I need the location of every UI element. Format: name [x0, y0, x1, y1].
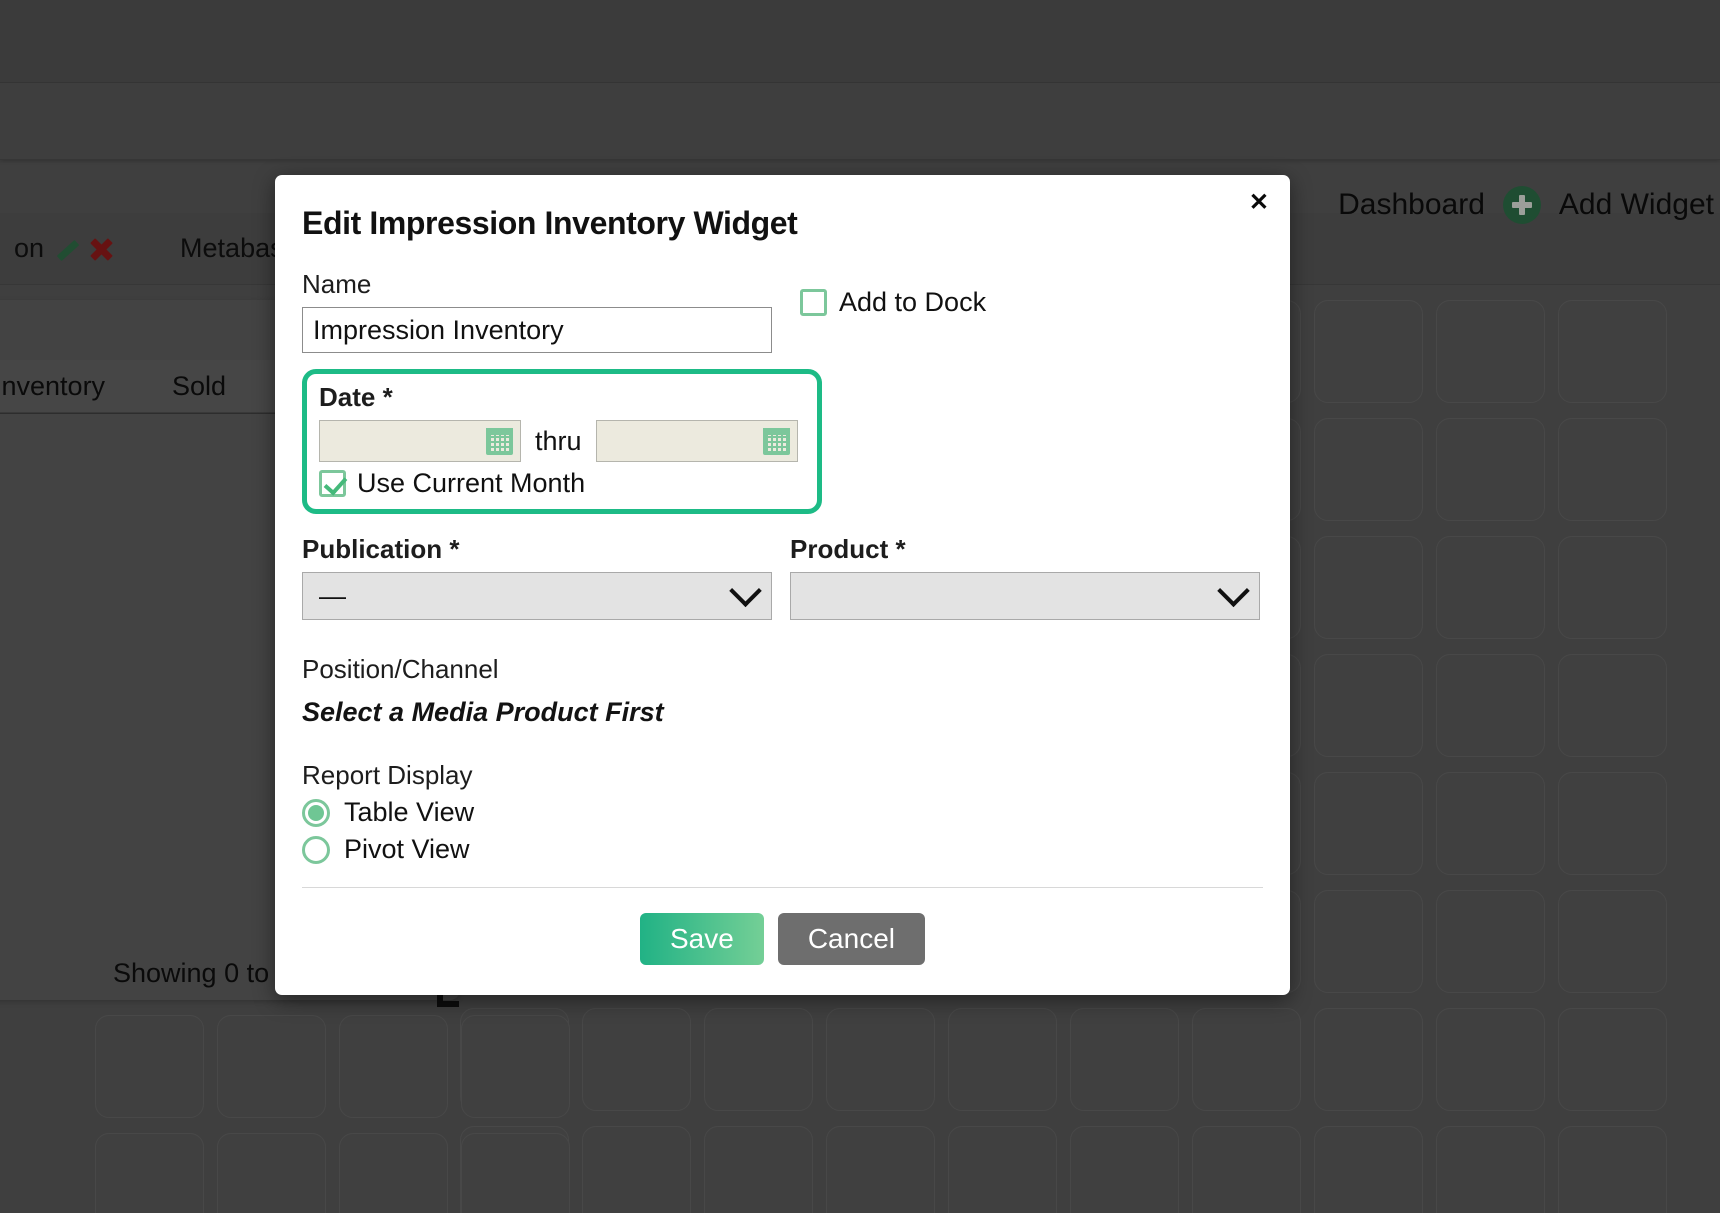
name-field-group: Name: [302, 269, 772, 353]
date-from-input[interactable]: [319, 420, 521, 462]
page-title: Edit Impression Inventory Widget: [302, 205, 1263, 242]
chevron-down-icon: [1217, 574, 1250, 607]
report-display-option-table[interactable]: Table View: [302, 797, 1263, 828]
publication-selected-value: —: [319, 581, 346, 612]
name-row: Name Add to Dock: [302, 269, 1263, 353]
product-label: Product *: [790, 534, 1260, 565]
product-group: Product *: [790, 534, 1260, 620]
add-to-dock-label: Add to Dock: [839, 287, 986, 318]
edit-widget-dialog: ✕ Edit Impression Inventory Widget Name …: [275, 175, 1290, 995]
cancel-button[interactable]: Cancel: [778, 913, 925, 965]
date-label: Date *: [319, 382, 805, 413]
use-current-month-label: Use Current Month: [357, 468, 585, 499]
save-button[interactable]: Save: [640, 913, 764, 965]
add-to-dock-group[interactable]: Add to Dock: [800, 287, 986, 318]
position-channel-label: Position/Channel: [302, 654, 1263, 685]
publication-product-row: Publication * — Product *: [302, 534, 1263, 620]
add-to-dock-checkbox[interactable]: [800, 289, 827, 316]
radio-table-view-label: Table View: [344, 797, 474, 828]
calendar-icon[interactable]: [486, 428, 513, 455]
chevron-down-icon: [729, 574, 762, 607]
close-icon[interactable]: ✕: [1249, 191, 1269, 215]
date-range-row: thru: [319, 420, 805, 462]
name-input[interactable]: [302, 307, 772, 353]
publication-label: Publication *: [302, 534, 772, 565]
publication-select[interactable]: —: [302, 572, 772, 620]
publication-group: Publication * —: [302, 534, 772, 620]
dialog-footer: Save Cancel: [302, 887, 1263, 995]
date-section: Date * thru Use Current Month: [302, 369, 822, 514]
report-display-label: Report Display: [302, 760, 1263, 791]
use-current-month-group[interactable]: Use Current Month: [319, 468, 805, 499]
name-label: Name: [302, 269, 772, 300]
report-display-option-pivot[interactable]: Pivot View: [302, 834, 1263, 865]
dialog-body: Edit Impression Inventory Widget Name Ad…: [275, 175, 1290, 995]
position-channel-hint: Select a Media Product First: [302, 697, 1263, 728]
radio-pivot-view[interactable]: [302, 836, 330, 864]
radio-table-view[interactable]: [302, 799, 330, 827]
calendar-icon[interactable]: [763, 428, 790, 455]
radio-pivot-view-label: Pivot View: [344, 834, 470, 865]
product-select[interactable]: [790, 572, 1260, 620]
date-separator-label: thru: [535, 426, 582, 457]
app-root: on Metabase Dashboard Add Widget Invento…: [0, 0, 1720, 1213]
date-to-input[interactable]: [596, 420, 798, 462]
use-current-month-checkbox[interactable]: [319, 470, 346, 497]
